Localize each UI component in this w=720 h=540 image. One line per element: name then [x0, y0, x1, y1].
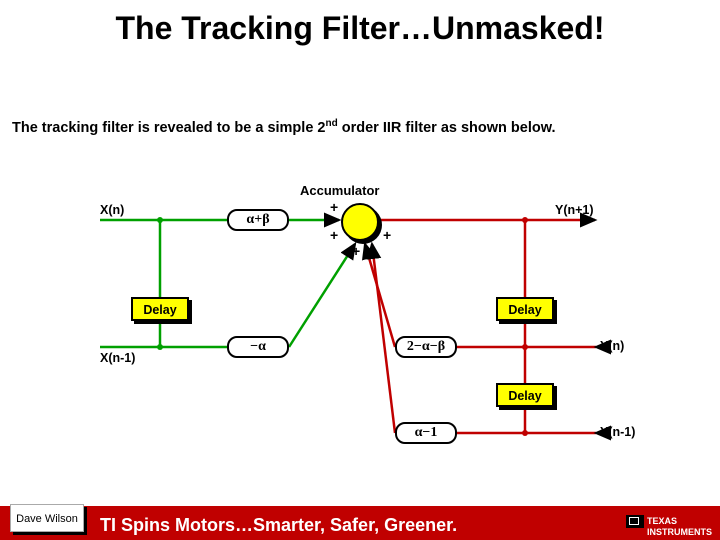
signal-ynp1: Y(n+1)	[555, 203, 594, 217]
plus-bottom: +	[352, 243, 360, 259]
signal-xn: X(n)	[100, 203, 124, 217]
accumulator-label: Accumulator	[300, 183, 379, 198]
delay-right-1: Delay	[496, 297, 554, 321]
summer-node	[341, 203, 379, 241]
footer-tagline: TI Spins Motors…Smarter, Safer, Greener.	[100, 515, 457, 536]
gain-neg-alpha: −α	[227, 336, 289, 358]
gain-two-minus-a-b: 2−α−β	[395, 336, 457, 358]
plus-top-left: +	[330, 199, 338, 215]
subtitle-pre: The tracking filter is revealed to be a …	[12, 120, 325, 136]
plus-right: +	[383, 227, 391, 243]
delay-right-2: Delay	[496, 383, 554, 407]
signal-yn1: Y(n-1)	[600, 425, 635, 439]
signal-xn1: X(n-1)	[100, 351, 135, 365]
gain-alpha-minus-one: α−1	[395, 422, 457, 444]
ti-chip-icon	[626, 515, 644, 528]
footer-bar: Dave Wilson TI Spins Motors…Smarter, Saf…	[0, 506, 720, 540]
slide: The Tracking Filter…Unmasked! The tracki…	[0, 0, 720, 540]
slide-subtitle: The tracking filter is revealed to be a …	[12, 118, 556, 136]
plus-bot-left: +	[330, 227, 338, 243]
ti-logo-line2: INSTRUMENTS	[647, 527, 712, 537]
subtitle-sup: nd	[325, 118, 337, 129]
subtitle-post: order IIR filter as shown below.	[338, 120, 556, 136]
signal-yn: Y(n)	[600, 339, 624, 353]
ti-logo: TEXAS INSTRUMENTS	[626, 515, 712, 538]
gain-alpha-plus-beta: α+β	[227, 209, 289, 231]
author-badge: Dave Wilson	[10, 504, 84, 532]
ti-logo-line1: TEXAS	[647, 516, 677, 526]
block-diagram: Accumulator + + + + X(n) X(n-1) Y(n+1) Y…	[0, 165, 720, 465]
slide-title: The Tracking Filter…Unmasked!	[0, 10, 720, 47]
delay-left: Delay	[131, 297, 189, 321]
